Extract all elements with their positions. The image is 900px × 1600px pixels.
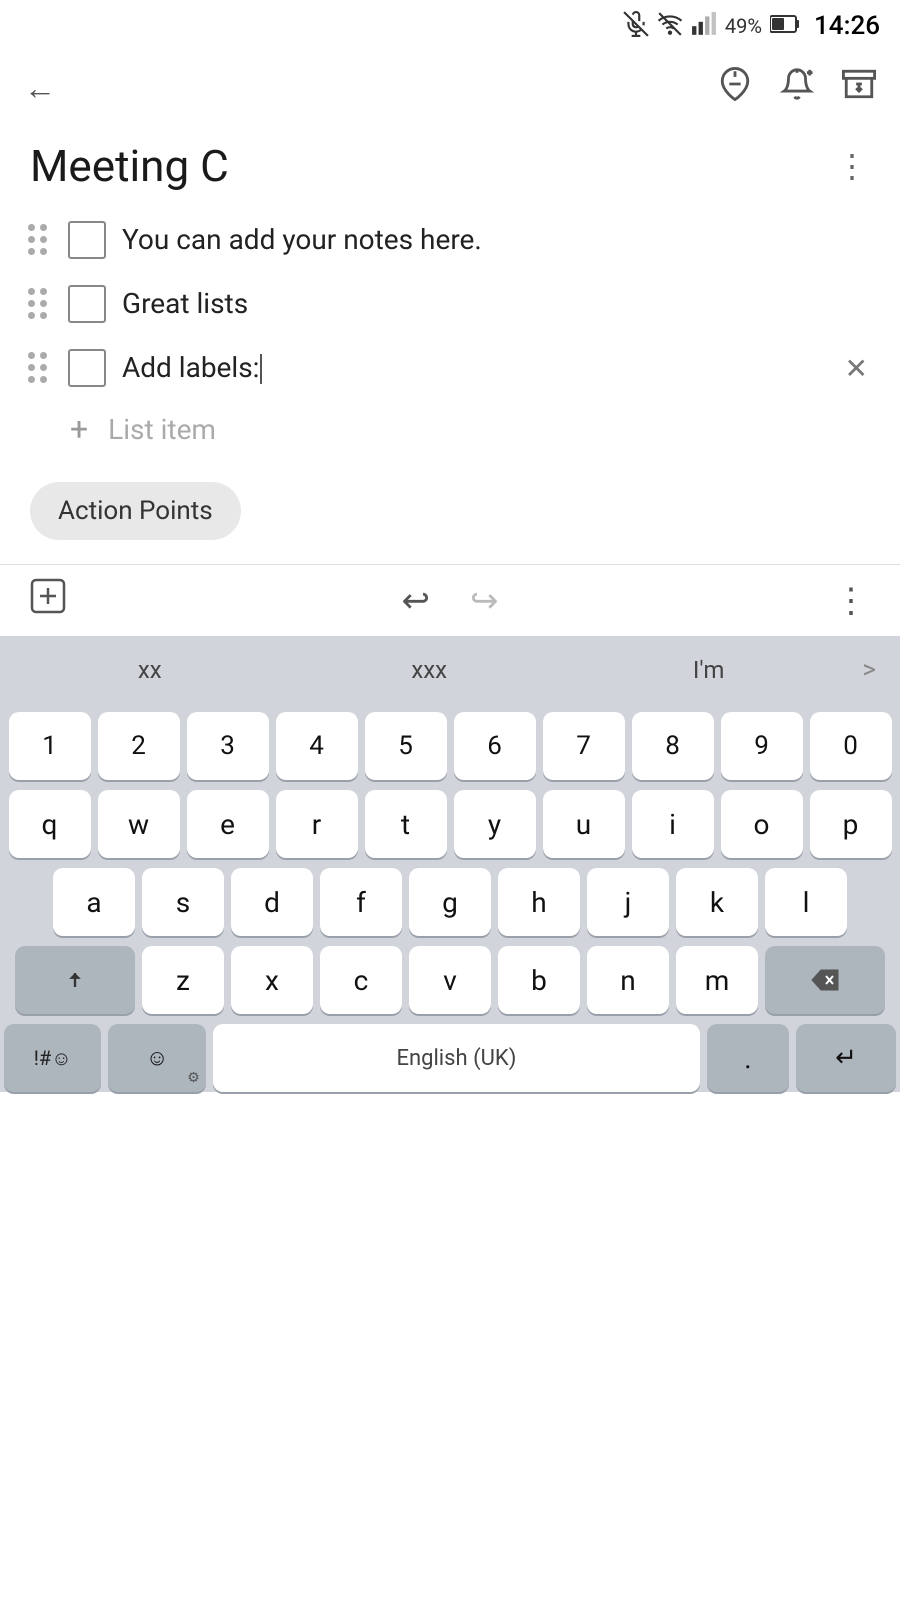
key-c[interactable]: c [320, 946, 402, 1014]
add-item-row[interactable]: + List item [46, 400, 884, 458]
format-more-button[interactable]: ⋮ [834, 581, 870, 621]
key-g[interactable]: g [409, 868, 491, 936]
key-9[interactable]: 9 [721, 712, 803, 780]
key-f[interactable]: f [320, 868, 402, 936]
backspace-key[interactable] [765, 946, 885, 1014]
enter-key[interactable]: ↵ [796, 1024, 896, 1092]
asdf-row: a s d f g h j k l [4, 868, 896, 936]
key-2[interactable]: 2 [98, 712, 180, 780]
key-d[interactable]: d [231, 868, 313, 936]
key-v[interactable]: v [409, 946, 491, 1014]
battery-icon [770, 13, 800, 40]
reminder-button[interactable] [780, 67, 814, 109]
suggestion-xx[interactable]: xx [10, 646, 289, 694]
zxcv-row: z x c v b n m [4, 946, 896, 1014]
emoji-key[interactable]: ☺ ⚙ [108, 1024, 205, 1092]
key-e[interactable]: e [187, 790, 269, 858]
key-p[interactable]: p [810, 790, 892, 858]
checklist-item: You can add your notes here. [16, 208, 884, 272]
toolbar: ← [0, 52, 900, 124]
checkbox-3[interactable] [68, 349, 106, 387]
key-0[interactable]: 0 [810, 712, 892, 780]
drag-handle[interactable] [24, 348, 52, 388]
status-bar: 49% 14:26 [0, 0, 900, 52]
text-cursor [260, 354, 262, 384]
item-text-1[interactable]: You can add your notes here. [122, 222, 876, 258]
action-points-chip[interactable]: Action Points [30, 482, 241, 540]
add-item-placeholder[interactable]: List item [108, 413, 216, 446]
clear-item-button[interactable]: ✕ [837, 348, 876, 389]
period-key[interactable]: . [707, 1024, 789, 1092]
drag-handle[interactable] [24, 220, 52, 260]
key-5[interactable]: 5 [365, 712, 447, 780]
redo-button[interactable]: ↪ [470, 581, 499, 621]
note-title[interactable]: Meeting C [30, 140, 229, 192]
key-q[interactable]: q [9, 790, 91, 858]
key-n[interactable]: n [587, 946, 669, 1014]
note-more-button[interactable]: ⋮ [836, 147, 870, 185]
suggestion-im[interactable]: I'm [569, 646, 848, 694]
key-j[interactable]: j [587, 868, 669, 936]
key-l[interactable]: l [765, 868, 847, 936]
key-h[interactable]: h [498, 868, 580, 936]
key-4[interactable]: 4 [276, 712, 358, 780]
key-i[interactable]: i [632, 790, 714, 858]
key-m[interactable]: m [676, 946, 758, 1014]
status-time: 14:26 [814, 11, 880, 41]
key-y[interactable]: y [454, 790, 536, 858]
key-r[interactable]: r [276, 790, 358, 858]
key-7[interactable]: 7 [543, 712, 625, 780]
key-1[interactable]: 1 [9, 712, 91, 780]
symbols-key[interactable]: !#☺ [4, 1024, 101, 1092]
key-3[interactable]: 3 [187, 712, 269, 780]
space-key[interactable]: English (UK) [213, 1024, 700, 1092]
pin-button[interactable] [718, 67, 752, 109]
drag-handle[interactable] [24, 284, 52, 324]
key-8[interactable]: 8 [632, 712, 714, 780]
checklist: You can add your notes here. Great lists… [0, 208, 900, 458]
qwerty-row: q w e r t y u i o p [4, 790, 896, 858]
suggestion-bar: xx xxx I'm > [0, 636, 900, 704]
checkbox-2[interactable] [68, 285, 106, 323]
key-w[interactable]: w [98, 790, 180, 858]
format-bar: ↩ ↪ ⋮ [0, 564, 900, 636]
key-6[interactable]: 6 [454, 712, 536, 780]
key-s[interactable]: s [142, 868, 224, 936]
label-chip-area: Action Points [0, 458, 900, 564]
keyboard: 1 2 3 4 5 6 7 8 9 0 q w e r t y u i o p … [0, 704, 900, 1092]
item-text-3[interactable]: Add labels: [122, 350, 821, 386]
back-button[interactable]: ← [24, 69, 56, 107]
item-text-2[interactable]: Great lists [122, 286, 876, 322]
archive-button[interactable] [842, 67, 876, 109]
signal-icon [691, 11, 717, 42]
key-k[interactable]: k [676, 868, 758, 936]
note-title-row: Meeting C ⋮ [0, 124, 900, 208]
checklist-item: Great lists [16, 272, 884, 336]
suggestion-xxx[interactable]: xxx [289, 646, 568, 694]
undo-button[interactable]: ↩ [402, 581, 431, 621]
checkbox-1[interactable] [68, 221, 106, 259]
key-a[interactable]: a [53, 868, 135, 936]
mute-icon [623, 11, 649, 42]
key-b[interactable]: b [498, 946, 580, 1014]
key-z[interactable]: z [142, 946, 224, 1014]
battery-percent: 49% [725, 14, 762, 38]
wifi-icon [657, 11, 683, 42]
bottom-row: !#☺ ☺ ⚙ English (UK) . ↵ [4, 1024, 896, 1092]
checklist-item-editing: Add labels: ✕ [16, 336, 884, 400]
shift-key[interactable] [15, 946, 135, 1014]
add-format-button[interactable] [30, 578, 66, 623]
number-row: 1 2 3 4 5 6 7 8 9 0 [4, 712, 896, 780]
key-t[interactable]: t [365, 790, 447, 858]
add-item-icon: + [70, 410, 88, 448]
suggestion-more-button[interactable]: > [848, 645, 890, 695]
key-o[interactable]: o [721, 790, 803, 858]
key-u[interactable]: u [543, 790, 625, 858]
key-x[interactable]: x [231, 946, 313, 1014]
